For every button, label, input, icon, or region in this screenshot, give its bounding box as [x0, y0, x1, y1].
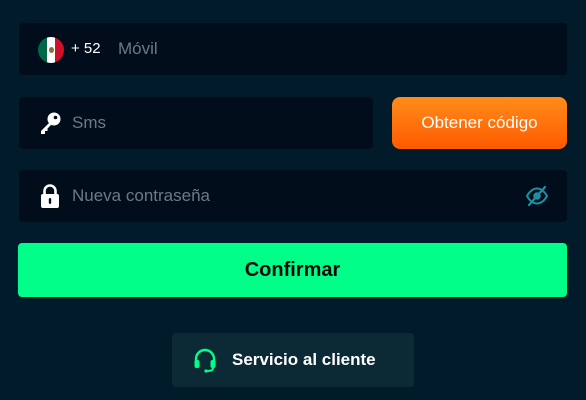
phone-field[interactable]: + 52 Móvil	[19, 23, 567, 75]
key-icon	[41, 112, 61, 134]
customer-service-button[interactable]: Servicio al cliente	[172, 333, 414, 387]
confirm-button[interactable]: Confirmar	[18, 243, 567, 297]
eye-slash-icon[interactable]	[525, 184, 549, 208]
sms-field[interactable]: Sms	[19, 97, 373, 149]
new-password-field[interactable]: Nueva contraseña	[19, 170, 567, 222]
lock-icon	[41, 184, 59, 208]
mexico-flag-icon[interactable]	[38, 37, 64, 63]
reset-password-form: + 52 Móvil Sms Obtener código Nueva cont…	[0, 0, 586, 400]
headset-icon	[194, 348, 216, 373]
customer-service-label: Servicio al cliente	[232, 350, 376, 369]
country-code[interactable]: + 52	[71, 40, 101, 57]
phone-placeholder: Móvil	[118, 39, 158, 58]
get-code-button[interactable]: Obtener código	[392, 97, 567, 149]
password-placeholder: Nueva contraseña	[72, 186, 210, 205]
sms-placeholder: Sms	[72, 113, 106, 132]
